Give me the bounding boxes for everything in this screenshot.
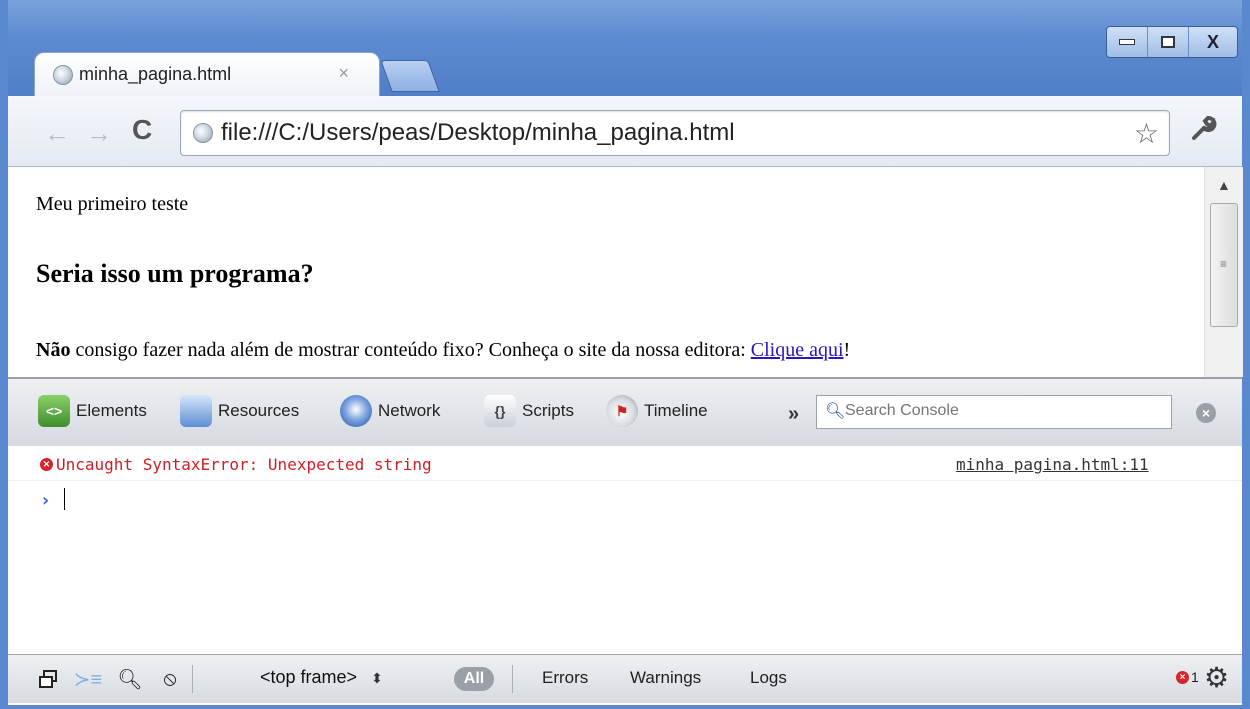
error-icon: × bbox=[40, 458, 53, 471]
globe-icon bbox=[193, 123, 213, 143]
wrench-svg bbox=[1192, 116, 1217, 140]
clear-console-icon[interactable]: ⦸ bbox=[152, 663, 188, 695]
updown-arrows-icon: ⬍ bbox=[371, 670, 383, 686]
elements-icon: <> bbox=[38, 395, 70, 427]
close-devtools-icon[interactable]: × bbox=[1196, 403, 1216, 423]
close-window-button[interactable]: X bbox=[1189, 27, 1237, 57]
tab-close-icon[interactable]: × bbox=[338, 63, 349, 84]
window-controls: X bbox=[1106, 26, 1238, 58]
console-search[interactable]: 🔍︎ bbox=[816, 395, 1172, 429]
close-icon: X bbox=[1206, 31, 1219, 52]
timeline-icon: ⚑ bbox=[606, 395, 638, 427]
tab-elements[interactable]: <> Elements bbox=[38, 395, 147, 427]
tab-label: Elements bbox=[76, 401, 147, 420]
browser-toolbar: ← → C file:///C:/Users/peas/Desktop/minh… bbox=[8, 96, 1242, 167]
error-message: Uncaught SyntaxError: Unexpected string bbox=[56, 455, 432, 474]
paragraph-end: ! bbox=[843, 339, 851, 361]
tab-title: minha_pagina.html bbox=[79, 64, 232, 84]
filter-all-button[interactable]: All bbox=[454, 667, 494, 691]
reload-icon[interactable]: C bbox=[132, 114, 152, 146]
console-panel: × Uncaught SyntaxError: Unexpected strin… bbox=[8, 446, 1242, 654]
divider bbox=[512, 665, 513, 693]
browser-window: X minha_pagina.html × ← → C file:///C:/U… bbox=[0, 0, 1250, 709]
scroll-up-icon[interactable]: ▲ bbox=[1217, 177, 1231, 193]
window-frame-left bbox=[0, 0, 8, 709]
maximize-icon bbox=[1161, 36, 1175, 48]
frame-selector[interactable]: <top frame> ⬍ bbox=[260, 667, 383, 688]
paragraph-bold: Não bbox=[36, 339, 71, 361]
console-input-caret[interactable] bbox=[64, 488, 65, 510]
error-count: 1 bbox=[1191, 669, 1199, 685]
back-arrow-icon[interactable]: ← bbox=[44, 118, 70, 149]
gear-icon[interactable]: ⚙ bbox=[1204, 661, 1229, 694]
devtools-toolbar: <> Elements Resources Network {} Scripts… bbox=[8, 377, 1242, 448]
tab-label: Resources bbox=[218, 401, 300, 420]
editora-link[interactable]: Clique aqui bbox=[751, 339, 844, 361]
url-field[interactable]: file:///C:/Users/peas/Desktop/minha_pagi… bbox=[221, 119, 1081, 147]
page-scrollbar[interactable]: ▲ ≡ bbox=[1204, 167, 1243, 377]
address-bar[interactable]: file:///C:/Users/peas/Desktop/minha_pagi… bbox=[180, 110, 1170, 156]
tab-label: Timeline bbox=[644, 401, 708, 420]
minimize-button[interactable] bbox=[1107, 27, 1148, 57]
inspect-search-icon[interactable]: 🔍︎ bbox=[112, 663, 148, 695]
forward-arrow-icon[interactable]: → bbox=[86, 118, 112, 149]
paragraph-intro: Meu primeiro teste bbox=[36, 193, 189, 215]
tab-timeline[interactable]: ⚑ Timeline bbox=[606, 395, 708, 427]
tab-label: Network bbox=[378, 401, 441, 420]
minimize-icon bbox=[1119, 39, 1135, 45]
devtools-status-bar: ≻≡ 🔍︎ ⦸ <top frame> ⬍ All Errors Warnings… bbox=[8, 654, 1242, 703]
bookmark-star-icon[interactable]: ☆ bbox=[1134, 117, 1159, 150]
resources-icon bbox=[180, 395, 212, 427]
tab-label: Scripts bbox=[522, 401, 574, 420]
paragraph-body: Não consigo fazer nada além de mostrar c… bbox=[36, 339, 850, 362]
window-frame-bottom bbox=[0, 705, 1250, 709]
window-frame-right bbox=[1242, 0, 1250, 709]
tab-resources[interactable]: Resources bbox=[180, 395, 299, 427]
error-count-badge[interactable]: × 1 bbox=[1176, 669, 1199, 685]
page-heading: Seria isso um programa? bbox=[36, 259, 314, 288]
error-icon: × bbox=[1176, 670, 1189, 684]
scroll-grip-icon: ≡ bbox=[1220, 257, 1228, 271]
page-content: Meu primeiro teste Seria isso um program… bbox=[8, 167, 1204, 377]
tab-scripts[interactable]: {} Scripts bbox=[484, 395, 574, 427]
filter-warnings-button[interactable]: Warnings bbox=[630, 668, 701, 688]
frame-selector-label: <top frame> bbox=[260, 667, 358, 687]
divider bbox=[192, 665, 193, 693]
error-source-link[interactable]: minha pagina.html:11 bbox=[956, 455, 1149, 474]
console-toggle-icon[interactable]: ≻≡ bbox=[70, 663, 106, 695]
tab-minha-pagina[interactable]: minha_pagina.html × bbox=[34, 52, 380, 97]
paragraph-text: consigo fazer nada além de mostrar conte… bbox=[70, 339, 751, 361]
console-prompt-icon: › bbox=[40, 490, 51, 511]
dock-svg bbox=[39, 670, 57, 688]
globe-icon bbox=[53, 65, 73, 85]
console-error-row: × Uncaught SyntaxError: Unexpected strin… bbox=[8, 446, 1242, 481]
wrench-icon[interactable] bbox=[1188, 114, 1218, 152]
scripts-icon: {} bbox=[484, 395, 516, 427]
network-icon bbox=[340, 395, 372, 427]
dock-icon[interactable] bbox=[30, 663, 66, 695]
search-console-input[interactable] bbox=[845, 400, 1155, 422]
filter-logs-button[interactable]: Logs bbox=[750, 668, 787, 688]
search-icon: 🔍︎ bbox=[825, 403, 846, 420]
filter-errors-button[interactable]: Errors bbox=[542, 668, 588, 688]
tab-network[interactable]: Network bbox=[340, 395, 440, 427]
maximize-button[interactable] bbox=[1148, 27, 1189, 57]
more-tabs-button[interactable]: » bbox=[788, 403, 799, 426]
